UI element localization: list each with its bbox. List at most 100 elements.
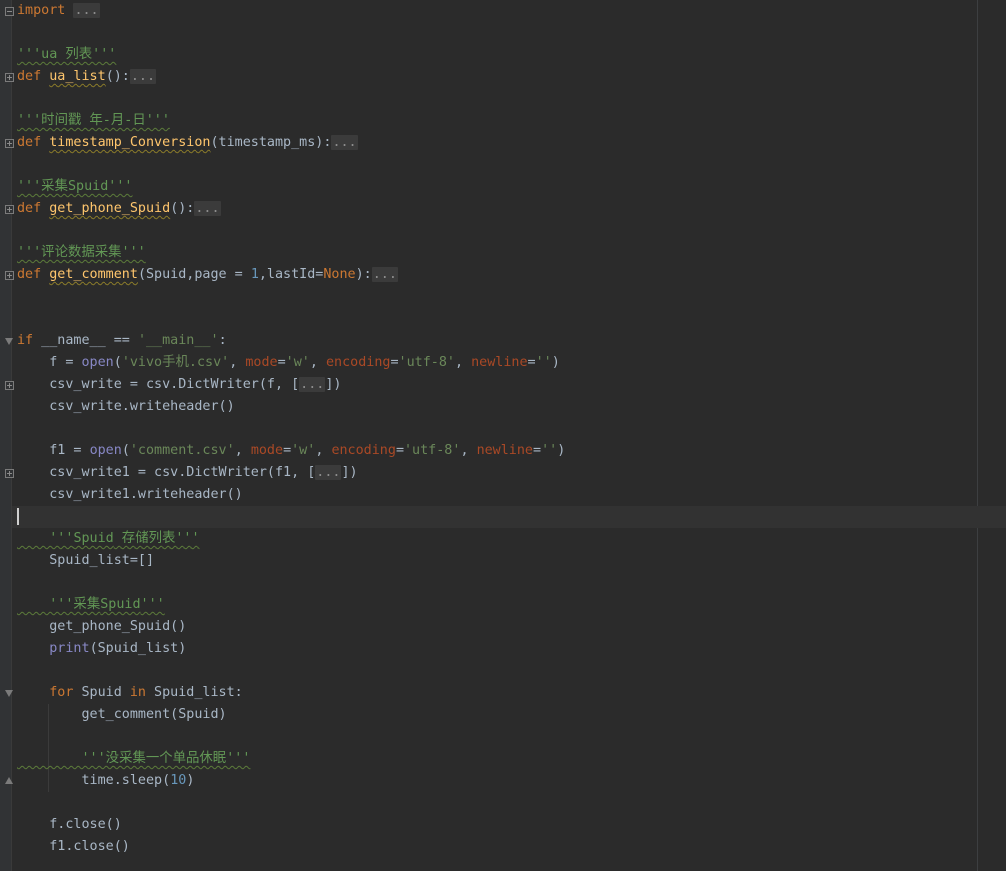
fold-toggle-ua-list-icon[interactable] bbox=[5, 73, 14, 82]
fold-toggle-timestamp-icon[interactable] bbox=[5, 139, 14, 148]
code-line[interactable]: f1.close() bbox=[17, 836, 130, 858]
code-token: 10 bbox=[170, 773, 187, 788]
code-line[interactable]: Spuid_list=[] bbox=[17, 550, 154, 572]
code-token: f = bbox=[17, 355, 82, 370]
code-token: 'vivo手机.csv' bbox=[121, 355, 230, 370]
code-line[interactable]: f1 = open('comment.csv', mode='w', encod… bbox=[17, 440, 565, 462]
code-line[interactable]: '''ua 列表''' bbox=[17, 44, 116, 66]
code-token: None bbox=[323, 267, 356, 282]
code-line[interactable]: time.sleep(10) bbox=[17, 770, 194, 792]
code-token: csv_write.writeheader() bbox=[17, 399, 235, 414]
code-token: = bbox=[527, 355, 536, 370]
code-line[interactable]: def timestamp_Conversion(timestamp_ms):.… bbox=[17, 132, 358, 154]
code-token: Spuid bbox=[73, 685, 130, 700]
code-line[interactable]: csv_write = csv.DictWriter(f, [...]) bbox=[17, 374, 341, 396]
code-token: 'utf-8' bbox=[404, 443, 461, 458]
code-token: (): bbox=[170, 201, 195, 216]
code-token: def bbox=[17, 267, 42, 282]
code-line[interactable]: '''Spuid 存储列表''' bbox=[17, 528, 200, 550]
code-token: print bbox=[49, 641, 90, 656]
code-line[interactable]: '''没采集一个单品休眠''' bbox=[17, 748, 250, 770]
code-line[interactable]: for Spuid in Spuid_list: bbox=[17, 682, 243, 704]
code-token: def bbox=[17, 201, 42, 216]
code-token: ]) bbox=[341, 465, 358, 480]
code-token: = bbox=[277, 355, 286, 370]
code-line[interactable]: '''采集Spuid''' bbox=[17, 176, 132, 198]
code-token: , bbox=[315, 443, 332, 458]
code-token: if bbox=[17, 333, 34, 348]
code-token: , bbox=[460, 443, 477, 458]
code-token: '''时间戳 年-月-日''' bbox=[17, 113, 170, 128]
folded-code-placeholder[interactable]: ... bbox=[371, 267, 398, 282]
fold-toggle-for-loop-icon[interactable] bbox=[5, 689, 14, 698]
fold-toggle-fieldnames-icon[interactable] bbox=[5, 381, 14, 390]
current-line-highlight bbox=[12, 506, 1006, 528]
code-line[interactable]: '''时间戳 年-月-日''' bbox=[17, 110, 170, 132]
code-line[interactable]: import ... bbox=[17, 0, 100, 22]
folded-code-placeholder[interactable]: ... bbox=[331, 135, 358, 150]
code-token: , bbox=[454, 355, 472, 370]
code-token: '''采集 bbox=[17, 597, 101, 612]
code-token: __name__ == bbox=[33, 333, 138, 348]
folded-code-placeholder[interactable]: ... bbox=[315, 465, 342, 480]
code-line[interactable]: f = open('vivo手机.csv', mode='w', encodin… bbox=[17, 352, 560, 374]
code-token: ,lastId= bbox=[258, 267, 324, 282]
code-token: mode bbox=[245, 355, 278, 370]
folded-code-placeholder[interactable]: ... bbox=[299, 377, 326, 392]
fold-end-for-loop-icon bbox=[5, 777, 14, 786]
code-line[interactable]: get_phone_Spuid() bbox=[17, 616, 186, 638]
code-token: newline bbox=[476, 443, 533, 458]
code-token: (timestamp_ms): bbox=[210, 135, 332, 150]
code-token: csv_write = csv.DictWriter(f, [ bbox=[17, 377, 300, 392]
code-line[interactable]: get_comment(Spuid) bbox=[17, 704, 226, 726]
code-token: in bbox=[129, 685, 146, 700]
code-line[interactable]: def ua_list():... bbox=[17, 66, 157, 88]
folded-code-placeholder[interactable]: ... bbox=[73, 3, 100, 18]
code-token: def bbox=[17, 135, 42, 150]
fold-toggle-fieldnames1-icon[interactable] bbox=[5, 469, 14, 478]
code-token: ( bbox=[121, 443, 130, 458]
code-token: mode bbox=[250, 443, 284, 458]
code-line[interactable]: def get_phone_Spuid():... bbox=[17, 198, 221, 220]
code-token: ) bbox=[551, 355, 560, 370]
code-token: '' bbox=[541, 443, 558, 458]
fold-toggle-import-icon[interactable] bbox=[5, 7, 14, 16]
code-token: '''采集Spuid''' bbox=[17, 179, 133, 194]
folded-code-placeholder[interactable]: ... bbox=[129, 69, 157, 84]
code-token: , bbox=[229, 355, 246, 370]
code-line[interactable]: '''采集Spuid''' bbox=[17, 594, 164, 616]
code-line[interactable]: csv_write1 = csv.DictWriter(f1, [...]) bbox=[17, 462, 358, 484]
code-token: (Spuid_list) bbox=[89, 641, 187, 656]
code-line[interactable]: f.close() bbox=[17, 814, 122, 836]
code-token: : bbox=[218, 333, 227, 348]
code-token: '__main__' bbox=[137, 333, 219, 348]
code-token: 'comment.csv' bbox=[129, 443, 235, 458]
code-line[interactable]: print(Spuid_list) bbox=[17, 638, 186, 660]
code-line[interactable]: csv_write1.writeheader() bbox=[17, 484, 243, 506]
code-token: open bbox=[89, 443, 122, 458]
code-token: f1 = bbox=[17, 443, 90, 458]
code-token: ) bbox=[186, 773, 195, 788]
fold-toggle-get-comment-icon[interactable] bbox=[5, 271, 14, 280]
code-token: , bbox=[309, 355, 326, 370]
fold-toggle-get-phone-spuid-icon[interactable] bbox=[5, 205, 14, 214]
code-token: ''' bbox=[17, 531, 74, 546]
code-line[interactable]: def get_comment(Spuid,page = 1,lastId=No… bbox=[17, 264, 398, 286]
code-token: f1.close() bbox=[17, 839, 130, 854]
code-token: encoding bbox=[331, 443, 396, 458]
code-line[interactable]: '''评论数据采集''' bbox=[17, 242, 146, 264]
code-token: ]) bbox=[325, 377, 342, 392]
fold-toggle-main-icon[interactable] bbox=[5, 337, 14, 346]
code-token: (): bbox=[105, 69, 130, 84]
code-token: Spuid bbox=[100, 597, 141, 612]
folded-code-placeholder[interactable]: ... bbox=[194, 201, 221, 216]
code-token: 存储列表''' bbox=[113, 531, 200, 546]
code-token: f.close() bbox=[17, 817, 122, 832]
code-editor[interactable]: import ... '''ua 列表''' def ua_list():... ''… bbox=[0, 0, 1006, 871]
code-token: ): bbox=[355, 267, 372, 282]
code-line[interactable]: if __name__ == '__main__': bbox=[17, 330, 227, 352]
code-token: for bbox=[49, 685, 74, 700]
code-line[interactable]: csv_write.writeheader() bbox=[17, 396, 235, 418]
